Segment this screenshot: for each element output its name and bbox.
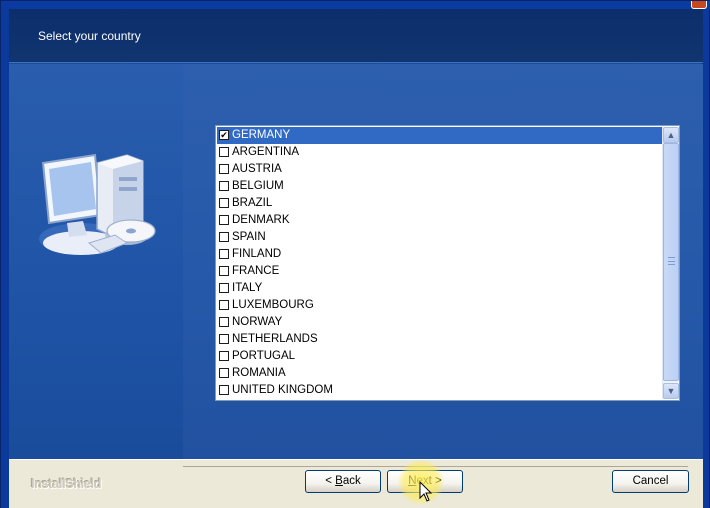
list-item[interactable]: FINLAND <box>217 246 662 263</box>
close-button[interactable] <box>691 1 707 9</box>
checkbox[interactable] <box>219 164 229 174</box>
back-button[interactable]: < Back <box>305 470 381 493</box>
list-item[interactable]: AUSTRIA <box>217 161 662 178</box>
checkbox[interactable] <box>219 198 229 208</box>
checkbox[interactable] <box>219 266 229 276</box>
chevron-down-icon[interactable]: ▼ <box>663 383 679 399</box>
country-list: ✔ GERMANY ARGENTINA AUSTRIA BELGIUM BRAZIL DEN… <box>217 127 662 399</box>
checkbox[interactable]: ✔ <box>219 130 229 140</box>
country-label: FRANCE <box>232 265 280 277</box>
country-label: NETHERLANDS <box>232 333 318 345</box>
list-item[interactable]: SPAIN <box>217 229 662 246</box>
list-item[interactable]: DENMARK <box>217 212 662 229</box>
mouse-cursor-icon <box>419 481 433 502</box>
country-label: ROMANIA <box>232 367 286 379</box>
list-item[interactable]: ✔ GERMANY <box>217 127 662 144</box>
wizard-footer: InstallShield < Back Next > Cancel <box>9 459 703 508</box>
checkbox[interactable] <box>219 300 229 310</box>
country-label: FINLAND <box>232 248 282 260</box>
list-item[interactable]: NORWAY <box>217 314 662 331</box>
checkbox[interactable] <box>219 283 229 293</box>
title-bar-fragment <box>1 1 710 9</box>
back-label-rest: ack <box>342 475 361 487</box>
cancel-button[interactable]: Cancel <box>612 470 689 493</box>
side-panel <box>9 64 183 459</box>
checkbox[interactable] <box>219 351 229 361</box>
list-item[interactable]: PORTUGAL <box>217 348 662 365</box>
back-prefix: < <box>325 475 336 487</box>
list-item[interactable]: BELGIUM <box>217 178 662 195</box>
checkbox[interactable] <box>219 368 229 378</box>
installshield-logo: InstallShield <box>31 476 102 491</box>
grip-icon <box>668 257 675 265</box>
installer-window: Select your country ✔ GERMANY ARGENTINA AUS… <box>0 0 710 508</box>
page-title: Select your country <box>38 29 141 43</box>
next-mnemonic: N <box>408 475 417 487</box>
checkbox[interactable] <box>219 181 229 191</box>
scroll-thumb[interactable] <box>663 143 679 381</box>
country-label: NORWAY <box>232 316 283 328</box>
list-item[interactable]: FRANCE <box>217 263 662 280</box>
back-mnemonic: B <box>335 475 343 487</box>
checkbox[interactable] <box>219 147 229 157</box>
checkbox[interactable] <box>219 249 229 259</box>
checkbox[interactable] <box>219 215 229 225</box>
computer-icon <box>39 153 156 255</box>
chevron-up-icon[interactable]: ▲ <box>663 127 679 143</box>
country-label: ITALY <box>232 282 263 294</box>
list-item[interactable]: BRAZIL <box>217 195 662 212</box>
list-item[interactable]: LUXEMBOURG <box>217 297 662 314</box>
country-label: BRAZIL <box>232 197 273 209</box>
country-label: AUSTRIA <box>232 163 282 175</box>
checkbox[interactable] <box>219 334 229 344</box>
list-item[interactable]: NETHERLANDS <box>217 331 662 348</box>
list-item[interactable]: UNITED KINGDOM <box>217 382 662 399</box>
vertical-scrollbar[interactable]: ▲ ▼ <box>662 127 679 399</box>
list-item[interactable]: ROMANIA <box>217 365 662 382</box>
window-left-border <box>1 9 9 508</box>
checkbox[interactable] <box>219 385 229 395</box>
country-label: GERMANY <box>232 129 291 141</box>
checkbox[interactable] <box>219 232 229 242</box>
country-label: DENMARK <box>232 214 290 226</box>
country-label: UNITED KINGDOM <box>232 384 333 396</box>
checkbox[interactable] <box>219 317 229 327</box>
country-listbox[interactable]: ✔ GERMANY ARGENTINA AUSTRIA BELGIUM BRAZIL DEN… <box>215 125 680 401</box>
list-item[interactable]: ARGENTINA <box>217 144 662 161</box>
country-label: LUXEMBOURG <box>232 299 314 311</box>
country-label: BELGIUM <box>232 180 284 192</box>
wizard-header: Select your country <box>9 9 703 63</box>
country-label: PORTUGAL <box>232 350 296 362</box>
country-label: ARGENTINA <box>232 146 300 158</box>
list-item[interactable]: ITALY <box>217 280 662 297</box>
country-label: SPAIN <box>232 231 266 243</box>
